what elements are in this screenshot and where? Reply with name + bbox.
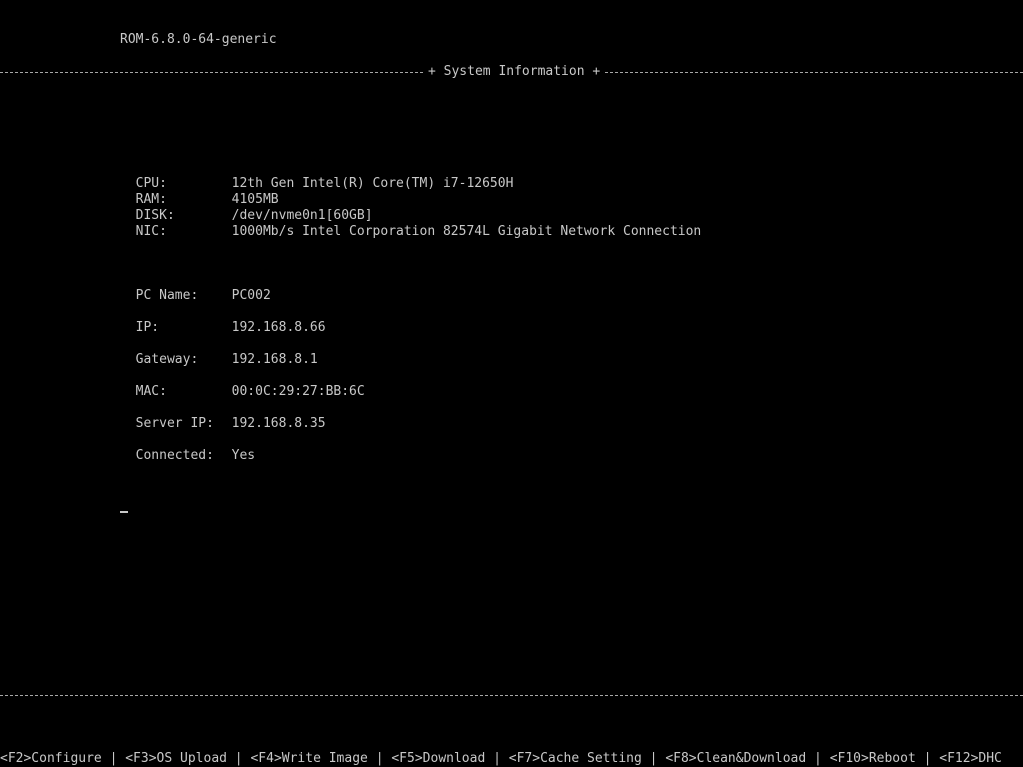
menu-separator: | (806, 751, 830, 766)
nic-label: NIC: (135, 224, 167, 239)
connected-value: Yes (231, 448, 256, 463)
net-row-pc-name: PC Name: PC002 (120, 272, 271, 304)
menu-separator: | (101, 751, 126, 766)
mac-label: MAC: (135, 384, 167, 399)
hw-row-nic: NIC: 1000Mb/s Intel Corporation 82574L Gi… (120, 208, 702, 240)
net-row-gateway: Gateway: 192.168.8.1 (120, 336, 318, 368)
text-cursor (120, 511, 128, 513)
gateway-label: Gateway: (135, 352, 199, 367)
menu-item-download[interactable]: <F5>Download (391, 751, 485, 766)
bottom-divider (0, 695, 1023, 696)
function-key-menu: <F2>Configure | <F3>OS Upload | <F4>Writ… (0, 751, 1023, 767)
menu-item-dhcp[interactable]: <F12>DHC (939, 751, 1002, 766)
pc-name-label: PC Name: (135, 288, 199, 303)
server-ip-label: Server IP: (135, 416, 214, 431)
rom-version: ROM-6.8.0-64-generic (120, 32, 277, 47)
mac-value: 00:0C:29:27:BB:6C (231, 384, 365, 399)
menu-item-configure[interactable]: <F2>Configure (0, 751, 102, 766)
server-ip-value: 192.168.8.35 (231, 416, 326, 431)
menu-separator: | (485, 751, 509, 766)
nic-value: 1000Mb/s Intel Corporation 82574L Gigabi… (231, 224, 702, 239)
gateway-value: 192.168.8.1 (231, 352, 318, 367)
net-row-connected: Connected: Yes (120, 432, 255, 464)
menu-separator: | (915, 751, 940, 766)
net-row-server-ip: Server IP: 192.168.8.35 (120, 400, 326, 432)
ip-label: IP: (135, 320, 160, 335)
pc-name-value: PC002 (231, 288, 271, 303)
menu-item-clean-download[interactable]: <F8>Clean&Download (665, 751, 806, 766)
menu-separator: | (641, 751, 666, 766)
ip-value: 192.168.8.66 (231, 320, 326, 335)
net-row-ip: IP: 192.168.8.66 (120, 304, 326, 336)
menu-separator: | (226, 751, 251, 766)
menu-item-cache-setting[interactable]: <F7>Cache Setting (509, 751, 642, 766)
menu-item-reboot[interactable]: <F10>Reboot (830, 751, 916, 766)
connected-label: Connected: (135, 448, 214, 463)
menu-separator: | (367, 751, 392, 766)
menu-item-write-image[interactable]: <F4>Write Image (250, 751, 367, 766)
menu-item-os-upload[interactable]: <F3>OS Upload (125, 751, 227, 766)
section-title: + System Information + (424, 64, 605, 80)
net-row-mac: MAC: 00:0C:29:27:BB:6C (120, 368, 365, 400)
